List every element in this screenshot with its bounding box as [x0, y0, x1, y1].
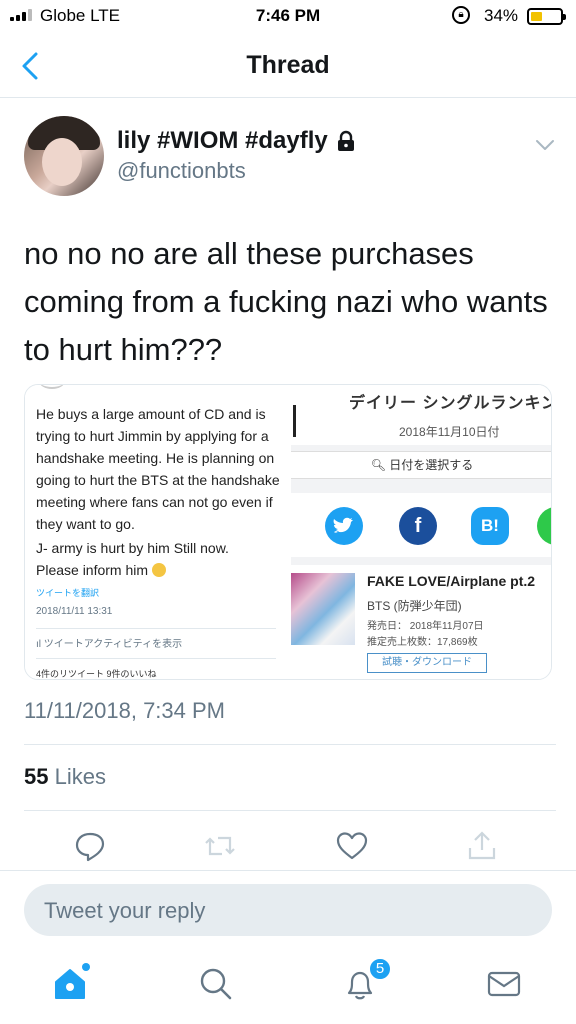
lock-icon — [337, 130, 354, 151]
new-content-dot — [82, 963, 90, 971]
divider — [24, 744, 556, 745]
search-icon — [200, 968, 232, 1000]
reply-icon — [75, 832, 105, 862]
tweet-activity-label: ツイートアクティビティを表示 — [43, 639, 183, 650]
paragraph-2-line-2: Please inform him — [36, 562, 149, 578]
divider — [24, 810, 556, 811]
tweet-timestamp: 11/11/2018, 7:34 PM — [24, 698, 225, 723]
tweet-media[interactable]: He buys a large amount of CD and is tryi… — [24, 384, 552, 680]
reply-button[interactable] — [72, 828, 108, 864]
hatena-bookmark-icon: B! — [471, 507, 509, 545]
status-bar: Globe LTE 7:46 PM 🔒︎ 34% — [0, 0, 576, 34]
translated-paragraph-2: J- army is hurt by him Still now. Please… — [36, 537, 281, 581]
user-handle[interactable]: @functionbts — [117, 158, 246, 184]
share-buttons: f B! L — [291, 493, 551, 557]
divider — [0, 870, 576, 871]
release-date: 発売日： 2018年11月07日 — [367, 621, 484, 632]
date-select-button: 🔍︎ 日付を選択する — [291, 451, 551, 479]
line-icon: L — [537, 507, 551, 545]
embedded-stats: 4件のリツイート 9件のいいね — [36, 669, 157, 679]
tweet-actions — [0, 828, 576, 868]
twitter-icon — [325, 507, 363, 545]
avatar[interactable] — [24, 116, 104, 196]
retweet-icon — [205, 836, 235, 856]
rotation-lock-icon: 🔒︎ — [452, 6, 470, 24]
download-button: 試聴・ダウンロード — [367, 653, 487, 673]
paragraph-2-line-1: J- army is hurt by him Still now. — [36, 540, 229, 556]
share-icon — [468, 831, 496, 860]
ranking-title: デイリー シングルランキング — [349, 395, 551, 412]
facebook-icon: f — [399, 507, 437, 545]
tab-messages[interactable] — [484, 964, 524, 1004]
notification-badge: 5 — [368, 957, 392, 981]
divider — [36, 628, 276, 629]
media-image-left[interactable]: He buys a large amount of CD and is tryi… — [25, 385, 287, 679]
likes-count: 55 — [24, 764, 49, 789]
heart-icon — [336, 832, 368, 860]
translated-paragraph-1: He buys a large amount of CD and is tryi… — [36, 406, 280, 532]
display-name-row[interactable]: lily #WIOM #dayfly — [117, 127, 356, 155]
like-button[interactable] — [334, 828, 370, 864]
search-icon: 🔍︎ — [370, 458, 390, 472]
embedded-timestamp: 2018/11/11 13:31 — [36, 606, 113, 617]
crying-face-icon — [151, 563, 166, 577]
retweet-button[interactable] — [202, 828, 238, 864]
ranking-date: 2018年11月10日付 — [399, 425, 500, 439]
media-image-right[interactable]: デイリー シングルランキング 2018年11月10日付 🔍︎ 日付を選択する f… — [291, 385, 551, 679]
battery-icon — [527, 8, 566, 25]
messages-icon — [487, 971, 521, 997]
tweet-activity-link: ıl ツイートアクティビティを表示 — [36, 635, 182, 650]
chevron-down-icon — [536, 140, 554, 150]
ranking-item: FAKE LOVE/Airplane pt.2 BTS (防弾少年団) 発売日：… — [291, 565, 551, 679]
likes-label: Likes — [54, 764, 106, 789]
date-select-label: 日付を選択する — [389, 458, 474, 472]
display-name: lily #WIOM #dayfly — [117, 127, 328, 154]
battery-percent: 34% — [484, 6, 519, 25]
likes-count-link[interactable]: 55 Likes — [24, 764, 106, 790]
reply-input[interactable]: Tweet your reply — [24, 884, 552, 936]
tab-search[interactable] — [196, 964, 236, 1004]
share-button[interactable] — [464, 828, 500, 864]
reply-placeholder: Tweet your reply — [44, 898, 206, 923]
tweet-text: no no no are all these purchases coming … — [24, 236, 548, 367]
tweet-options-button[interactable] — [534, 134, 556, 156]
nav-header: Thread — [0, 34, 576, 98]
ranking-header: デイリー シングルランキング 2018年11月10日付 — [291, 385, 551, 445]
estimated-sales: 推定売上枚数：17,869枚 — [367, 637, 478, 648]
song-title: FAKE LOVE/Airplane pt.2 — [367, 573, 536, 589]
translate-link: ツイートを翻訳 — [36, 588, 100, 598]
divider — [36, 658, 276, 659]
page-title: Thread — [246, 51, 330, 79]
artist-name: BTS (防弾少年団) — [367, 599, 462, 613]
tab-bar — [0, 946, 576, 1024]
bar-chart-icon: ıl — [36, 639, 44, 650]
album-cover — [291, 573, 355, 645]
